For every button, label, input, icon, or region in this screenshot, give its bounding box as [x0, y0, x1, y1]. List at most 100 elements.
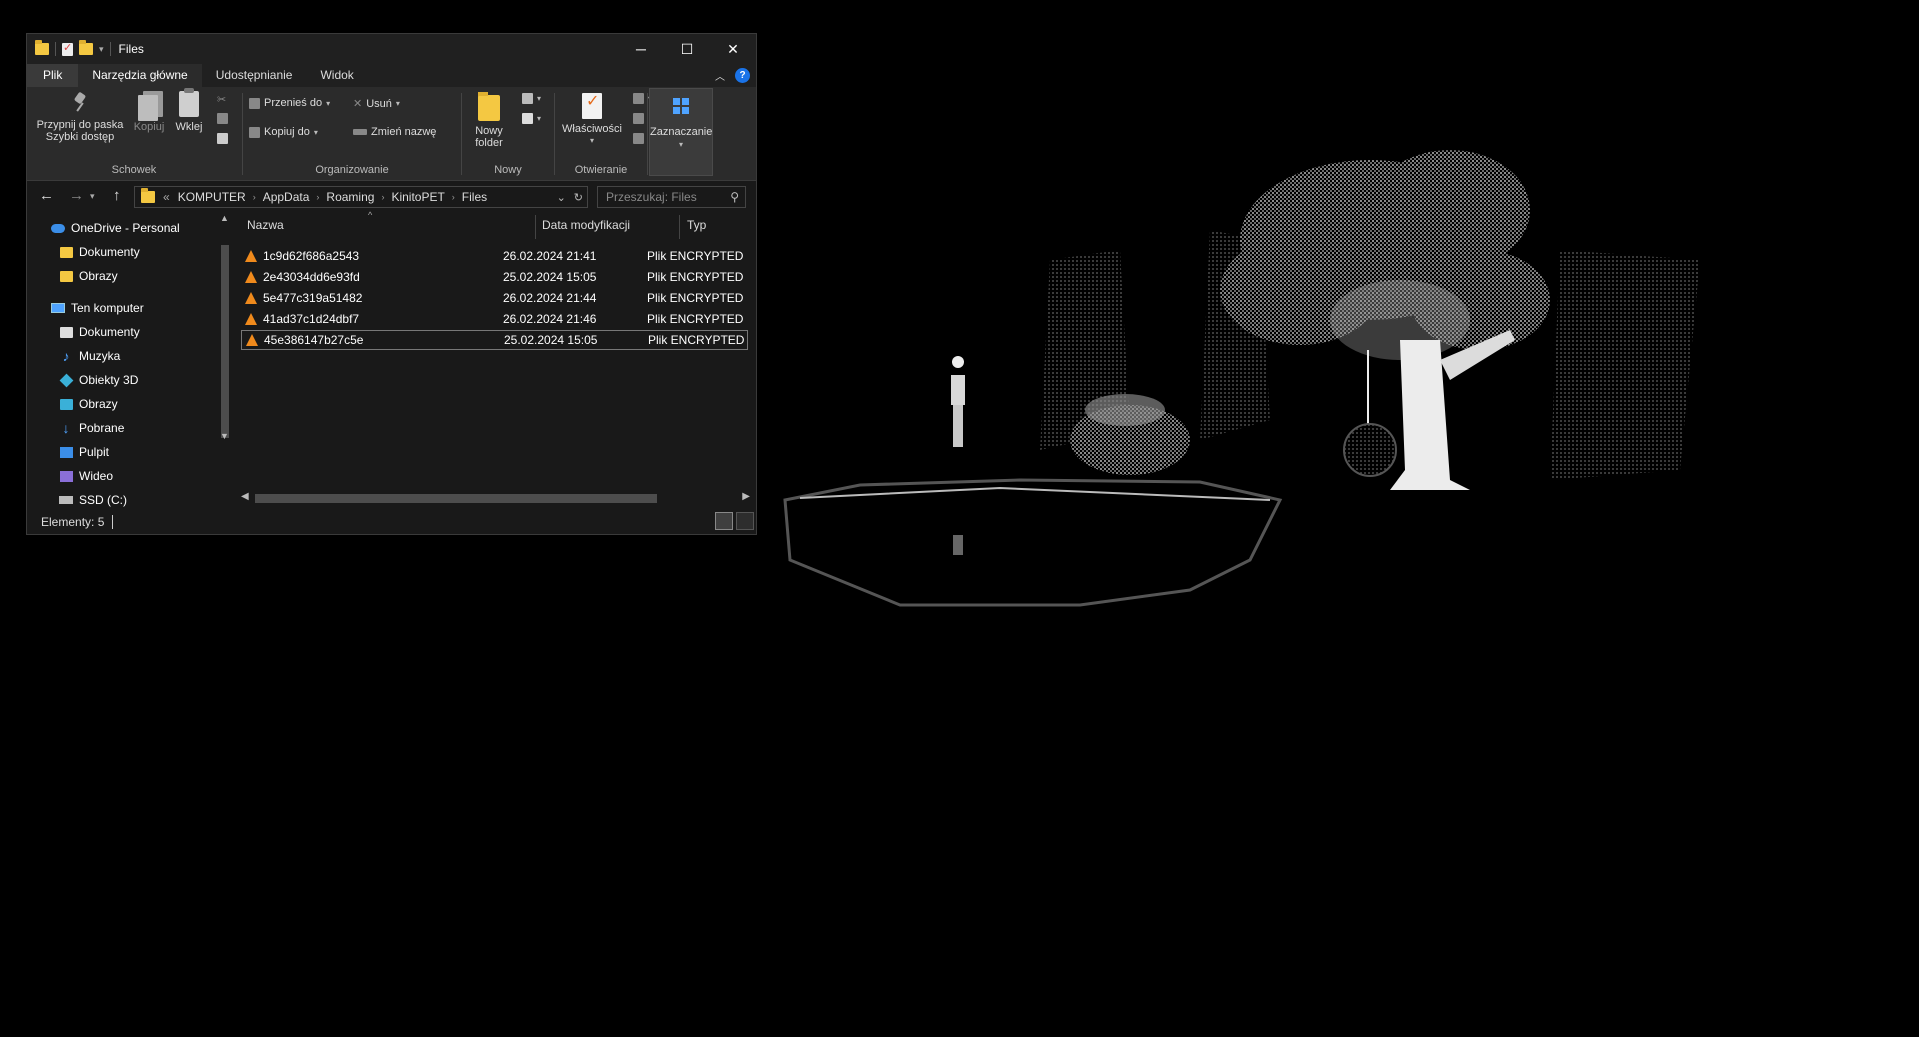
nav-item-pictures[interactable]: Obrazy: [59, 397, 118, 411]
delete-label: Usuń: [366, 97, 392, 110]
chevron-down-icon[interactable]: ⌄: [557, 191, 566, 204]
scrollbar-thumb[interactable]: [221, 245, 229, 438]
delete-x-icon: ✕: [353, 98, 363, 110]
scroll-left-icon[interactable]: ◀: [241, 491, 249, 502]
history-button[interactable]: [633, 133, 644, 144]
recent-chevron-icon[interactable]: ▾: [90, 191, 95, 202]
nav-item-label: Muzyka: [79, 349, 121, 363]
nav-item-desktop[interactable]: Pulpit: [59, 445, 109, 459]
scrollbar-thumb[interactable]: [255, 494, 657, 503]
folder-icon: [141, 188, 155, 203]
copy-path-button[interactable]: [217, 113, 228, 124]
scroll-down-icon[interactable]: ▼: [220, 431, 229, 441]
file-list: Nazwa ^ Data modyfikacji Typ 1c9d62f686a…: [237, 210, 756, 511]
table-row-selected[interactable]: 45e386147b27c5e 25.02.2024 15:05 Plik EN…: [241, 330, 748, 350]
paste-shortcut-button[interactable]: [217, 133, 228, 144]
clipboard-icon: [179, 88, 199, 117]
help-icon[interactable]: ?: [735, 68, 750, 83]
chevron-right-icon[interactable]: ›: [449, 192, 458, 202]
large-icons-view-button[interactable]: [736, 512, 754, 530]
column-header-name[interactable]: Nazwa: [247, 213, 284, 237]
ribbon: Przypnij do paska Szybki dostęp Kopiuj W…: [27, 87, 756, 181]
vlc-file-icon: [245, 271, 257, 283]
column-divider[interactable]: [679, 215, 680, 239]
tab-home[interactable]: Narzędzia główne: [78, 64, 202, 87]
breadcrumb-files[interactable]: Files: [458, 190, 491, 204]
tab-share[interactable]: Udostępnianie: [202, 64, 307, 87]
details-view-button[interactable]: [715, 512, 733, 530]
pin-quick-access-button[interactable]: Przypnij do paska Szybki dostęp: [33, 91, 127, 143]
close-button[interactable]: ✕: [710, 34, 756, 64]
minimize-button[interactable]: ─: [618, 34, 664, 64]
chevron-right-icon[interactable]: ›: [378, 192, 387, 202]
collapse-ribbon-icon[interactable]: ︿: [715, 68, 725, 83]
new-folder-icon: [478, 92, 500, 121]
rename-button[interactable]: Zmień nazwę: [353, 126, 436, 138]
folder-icon: [35, 40, 49, 55]
breadcrumb-komputer[interactable]: KOMPUTER: [174, 190, 250, 204]
window-title: Files: [118, 42, 144, 56]
cut-button[interactable]: ✂: [217, 93, 226, 106]
nav-item-onedrive-pictures[interactable]: Obrazy: [59, 269, 118, 283]
drive-icon: [59, 493, 73, 507]
scroll-up-icon[interactable]: ▲: [220, 213, 229, 223]
table-row[interactable]: 1c9d62f686a2543 26.02.2024 21:41 Plik EN…: [241, 246, 748, 266]
nav-item-onedrive-documents[interactable]: Dokumenty: [59, 245, 140, 259]
table-row[interactable]: 41ad37c1d24dbf7 26.02.2024 21:46 Plik EN…: [241, 309, 748, 329]
nav-item-ssd[interactable]: SSD (C:): [59, 493, 127, 507]
new-folder-button[interactable]: Nowy folder: [472, 92, 506, 149]
breadcrumb-overflow[interactable]: «: [159, 190, 174, 204]
address-bar[interactable]: « KOMPUTER › AppData › Roaming › KinitoP…: [134, 186, 588, 208]
column-header-type[interactable]: Typ: [687, 213, 706, 237]
new-item-button[interactable]: ▾: [522, 93, 541, 104]
chevron-right-icon[interactable]: ›: [250, 192, 259, 202]
divider: [112, 515, 113, 529]
nav-item-music[interactable]: ♪ Muzyka: [59, 348, 121, 364]
clipboard-group-label: Schowek: [111, 164, 157, 176]
move-to-button[interactable]: Przenieś do ▾: [249, 97, 330, 109]
breadcrumb-kinitopet[interactable]: KinitoPET: [387, 190, 448, 204]
column-divider[interactable]: [535, 215, 536, 239]
nav-item-videos[interactable]: Wideo: [59, 469, 113, 483]
refresh-icon[interactable]: ↻: [574, 191, 583, 204]
nav-item-3d-objects[interactable]: Obiekty 3D: [59, 373, 138, 387]
chevron-right-icon[interactable]: ›: [313, 192, 322, 202]
maximize-button[interactable]: ☐: [664, 34, 710, 64]
nav-item-this-pc[interactable]: Ten komputer: [51, 301, 144, 315]
edit-button[interactable]: [633, 113, 644, 124]
select-group[interactable]: Zaznaczanie ▾: [649, 88, 713, 176]
nav-item-onedrive[interactable]: OneDrive - Personal: [51, 221, 180, 235]
breadcrumb-appdata[interactable]: AppData: [259, 190, 314, 204]
nav-item-documents[interactable]: Dokumenty: [59, 325, 140, 339]
paste-button[interactable]: Wklej: [172, 88, 206, 133]
back-arrow-icon[interactable]: ←: [39, 187, 54, 204]
tab-view[interactable]: Widok: [306, 64, 367, 87]
copy-to-button[interactable]: Kopiuj do ▾: [249, 126, 318, 138]
new-folder-quick-icon[interactable]: [79, 40, 93, 55]
file-list-hscrollbar[interactable]: ◀ ▶: [237, 490, 756, 506]
folder-icon: [59, 269, 73, 283]
chevron-down-icon[interactable]: ▾: [99, 44, 104, 55]
easy-access-button[interactable]: ▾: [522, 113, 541, 124]
divider: [647, 93, 648, 175]
search-input[interactable]: Przeszukaj: Files ⚲: [597, 186, 746, 208]
tab-file[interactable]: Plik: [27, 64, 79, 87]
copy-button[interactable]: Kopiuj: [129, 91, 169, 133]
column-header-date[interactable]: Data modyfikacji: [542, 213, 630, 237]
table-row[interactable]: 5e477c319a51482 26.02.2024 21:44 Plik EN…: [241, 288, 748, 308]
easy-access-icon: [522, 113, 533, 124]
properties-quick-icon[interactable]: [62, 41, 73, 56]
chevron-down-icon: ▾: [537, 114, 542, 123]
properties-button[interactable]: Właściwości ▾: [559, 93, 625, 147]
file-date: 25.02.2024 15:05: [504, 333, 598, 347]
nav-item-downloads[interactable]: ↓ Pobrane: [59, 420, 125, 436]
forward-arrow-icon[interactable]: →: [69, 187, 84, 204]
copy-to-label: Kopiuj do: [264, 126, 310, 138]
breadcrumb-roaming[interactable]: Roaming: [322, 190, 378, 204]
delete-button[interactable]: ✕ Usuń ▾: [353, 97, 400, 111]
nav-pane-scrollbar[interactable]: ▲ ▼: [217, 213, 233, 511]
edit-icon: [633, 113, 644, 124]
table-row[interactable]: 2e43034dd6e93fd 25.02.2024 15:05 Plik EN…: [241, 267, 748, 287]
up-arrow-icon[interactable]: ↑: [113, 187, 121, 204]
scroll-right-icon[interactable]: ▶: [742, 491, 750, 502]
